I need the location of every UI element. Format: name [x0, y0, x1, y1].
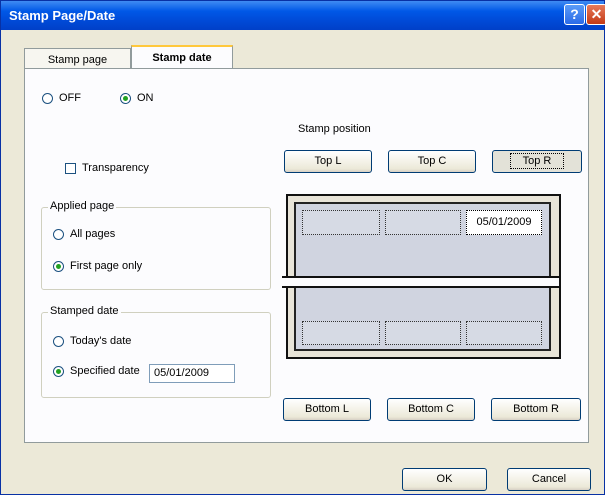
off-radio-button[interactable]: [42, 92, 53, 104]
help-button[interactable]: ?: [564, 4, 585, 25]
bottom-right-button[interactable]: Bottom R: [491, 398, 581, 421]
all-pages-radio-button[interactable]: [53, 228, 64, 240]
ok-button[interactable]: OK: [402, 468, 487, 491]
top-right-button-label: Top R: [509, 153, 565, 169]
preview-page-break: [282, 276, 559, 288]
specified-date-radio-button[interactable]: [53, 365, 64, 377]
first-page-only-radio-button[interactable]: [53, 260, 64, 272]
tab-stamp-page[interactable]: Stamp page: [24, 48, 131, 69]
top-center-button[interactable]: Top C: [388, 150, 476, 173]
applied-page-title: Applied page: [48, 200, 117, 212]
todays-date-radio[interactable]: Today's date: [53, 335, 131, 347]
stamp-page-date-dialog: Stamp Page/Date ? ✕ Stamp page Stamp dat…: [0, 0, 605, 495]
top-right-button[interactable]: Top R: [492, 150, 582, 173]
transparency-checkbox-box[interactable]: [65, 162, 76, 174]
stamp-preview: 05/01/2009: [282, 194, 561, 359]
all-pages-label: All pages: [70, 228, 116, 240]
all-pages-radio[interactable]: All pages: [53, 228, 115, 240]
specified-date-radio[interactable]: Specified date: [53, 365, 140, 377]
top-left-button[interactable]: Top L: [284, 150, 372, 173]
preview-slot-top-right: 05/01/2009: [466, 210, 542, 235]
on-radio-button[interactable]: [120, 92, 131, 104]
on-radio-label: ON: [137, 92, 154, 104]
close-button[interactable]: ✕: [586, 4, 605, 25]
bottom-left-button[interactable]: Bottom L: [283, 398, 371, 421]
transparency-checkbox[interactable]: Transparency: [65, 162, 149, 174]
off-radio-label: OFF: [59, 92, 81, 104]
preview-slot-bottom-center: [385, 321, 461, 345]
first-page-only-radio[interactable]: First page only: [53, 260, 142, 272]
preview-slot-top-center: [385, 210, 461, 235]
preview-slot-bottom-left: [302, 321, 380, 345]
tab-stamp-date[interactable]: Stamp date: [131, 45, 233, 70]
specified-date-input[interactable]: 05/01/2009: [149, 364, 235, 383]
stamp-position-label: Stamp position: [298, 123, 371, 135]
preview-slot-bottom-right: [466, 321, 542, 345]
off-radio[interactable]: OFF: [42, 92, 81, 104]
cancel-button[interactable]: Cancel: [507, 468, 591, 491]
first-page-only-label: First page only: [70, 260, 143, 272]
specified-date-label: Specified date: [70, 365, 140, 377]
todays-date-radio-button[interactable]: [53, 335, 64, 347]
transparency-label: Transparency: [82, 162, 149, 174]
stamped-date-group: Stamped date Today's date Specified date…: [41, 305, 271, 398]
todays-date-label: Today's date: [70, 335, 132, 347]
stamped-date-title: Stamped date: [48, 305, 121, 317]
preview-slot-top-left: [302, 210, 380, 235]
dialog-title: Stamp Page/Date: [9, 8, 116, 23]
title-bar[interactable]: Stamp Page/Date ? ✕: [1, 1, 605, 30]
on-radio[interactable]: ON: [120, 92, 154, 104]
bottom-center-button[interactable]: Bottom C: [387, 398, 475, 421]
applied-page-group: Applied page All pages First page only: [41, 200, 271, 290]
